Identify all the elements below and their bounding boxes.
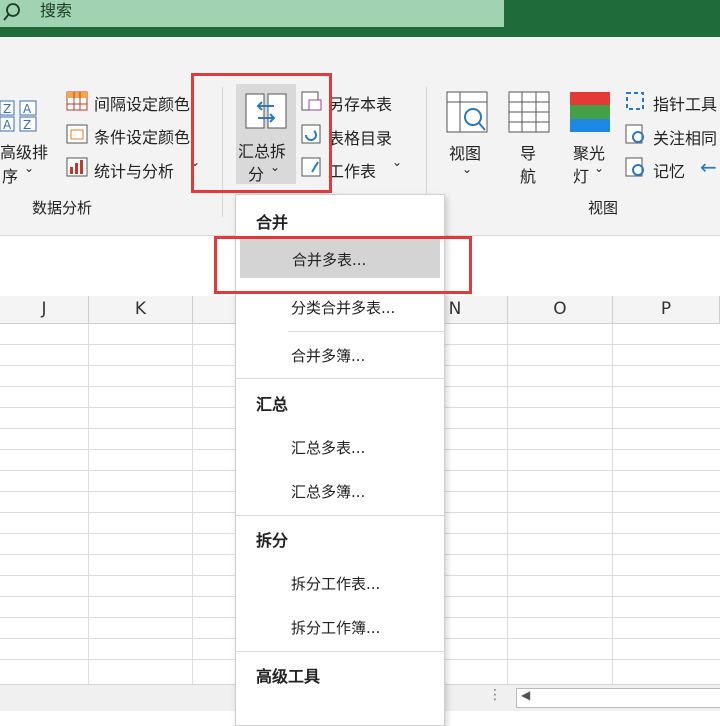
svg-text:A: A bbox=[3, 118, 12, 132]
search-icon bbox=[2, 2, 22, 22]
search-label: 搜索 bbox=[40, 1, 73, 20]
menu-item-merge-books[interactable]: 合并多簿... bbox=[291, 345, 365, 366]
svg-text:Z: Z bbox=[23, 118, 31, 132]
cond-color-label[interactable]: 条件设定颜色 bbox=[94, 124, 190, 148]
cond-color-icon bbox=[66, 124, 88, 144]
column-header[interactable]: P bbox=[613, 296, 720, 323]
menu-section-summary: 汇总 bbox=[256, 395, 289, 414]
nav-label-1[interactable]: 导 bbox=[520, 140, 536, 164]
chevron-down-icon: ⌄ bbox=[594, 161, 605, 175]
chevron-down-icon: ⌄ bbox=[392, 155, 403, 169]
menu-divider bbox=[236, 651, 444, 652]
pointer-tool-icon bbox=[624, 90, 648, 116]
menu-item-summary-sheets[interactable]: 汇总多表... bbox=[291, 437, 365, 458]
drag-handle-icon[interactable]: ⋮ bbox=[488, 687, 502, 703]
memory-icon bbox=[624, 156, 648, 182]
highlight-summary-split bbox=[191, 73, 332, 193]
spotlight-icon bbox=[570, 92, 610, 136]
highlight-merge-sheets bbox=[214, 236, 472, 294]
menu-item-split-workbook[interactable]: 拆分工作簿... bbox=[291, 617, 380, 638]
worksheet-label[interactable]: 工作表 bbox=[328, 158, 376, 182]
horizontal-scrollbar[interactable]: ◀ bbox=[516, 688, 720, 708]
cond-color-item[interactable] bbox=[66, 123, 88, 149]
column-header[interactable]: K bbox=[89, 296, 193, 323]
sort-label-2[interactable]: 序 bbox=[2, 163, 18, 187]
nav-icon bbox=[508, 91, 550, 137]
menu-divider bbox=[288, 331, 444, 332]
stats-item[interactable] bbox=[66, 156, 88, 182]
interval-color-item[interactable] bbox=[66, 90, 88, 116]
stats-label[interactable]: 统计与分析 bbox=[94, 158, 174, 182]
focus-same-icon bbox=[624, 123, 648, 149]
column-header[interactable]: O bbox=[508, 296, 613, 323]
view-button-label[interactable]: 视图 bbox=[449, 140, 481, 164]
menu-item-split-worksheet[interactable]: 拆分工作表... bbox=[291, 573, 380, 594]
menu-divider bbox=[236, 515, 444, 516]
save-sheet-label[interactable]: 另存本表 bbox=[328, 91, 392, 115]
menu-divider bbox=[236, 378, 444, 379]
view-icon bbox=[446, 91, 488, 137]
arrow-left-icon[interactable]: ← bbox=[700, 155, 717, 179]
stats-icon bbox=[66, 157, 88, 177]
sort-label-1[interactable]: 高级排 bbox=[0, 139, 48, 163]
search-box[interactable]: 搜索 bbox=[0, 0, 504, 27]
menu-section-advanced: 高级工具 bbox=[256, 667, 321, 686]
group-label-view: 视图 bbox=[588, 199, 619, 217]
spotlight-label-2[interactable]: 灯 bbox=[573, 163, 589, 187]
interval-color-icon bbox=[66, 91, 88, 111]
menu-section-merge: 合并 bbox=[256, 213, 289, 232]
menu-section-split: 拆分 bbox=[256, 531, 289, 550]
menu-item-classify-merge[interactable]: 分类合并多表... bbox=[291, 297, 395, 318]
interval-color-label[interactable]: 间隔设定颜色 bbox=[94, 91, 190, 115]
menu-item-summary-books[interactable]: 汇总多簿... bbox=[291, 481, 365, 502]
chevron-down-icon: ⌄ bbox=[24, 161, 35, 175]
scroll-left-icon[interactable]: ◀ bbox=[521, 688, 530, 702]
svg-text:Z: Z bbox=[3, 102, 11, 116]
nav-label-2[interactable]: 航 bbox=[520, 163, 536, 187]
group-label-data-analysis: 数据分析 bbox=[32, 199, 93, 217]
column-header[interactable]: J bbox=[0, 296, 89, 323]
memory-label[interactable]: 记忆 bbox=[653, 158, 685, 182]
sort-icon: Z A A Z bbox=[0, 97, 40, 137]
pointer-tool-label[interactable]: 指针工具 bbox=[653, 91, 717, 115]
chevron-down-icon: ⌄ bbox=[462, 162, 473, 176]
sheet-dir-label[interactable]: 表格目录 bbox=[328, 125, 392, 149]
svg-text:A: A bbox=[23, 102, 32, 116]
focus-same-label[interactable]: 关注相同 bbox=[653, 125, 717, 149]
